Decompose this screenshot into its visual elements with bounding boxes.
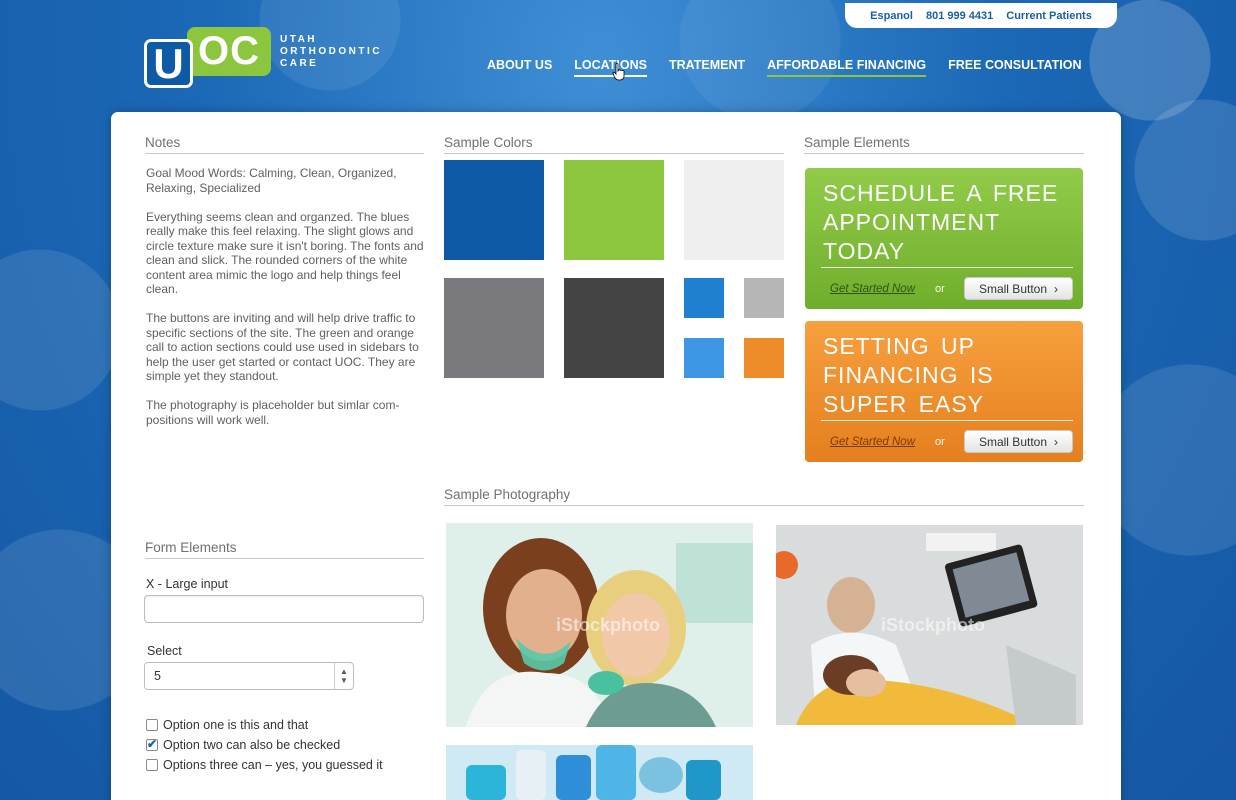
nav-free-consultation[interactable]: FREE CONSULTATION xyxy=(948,58,1081,77)
nav-affordable-financing[interactable]: AFFORDABLE FINANCING xyxy=(767,58,927,77)
photo-toothbrushes xyxy=(446,745,753,800)
nav-locations[interactable]: LOCATIONS xyxy=(574,58,647,77)
color-swatch xyxy=(684,278,724,318)
photo-watermark: iStockphoto xyxy=(556,615,660,635)
nav-tratement[interactable]: TRATEMENT xyxy=(669,58,745,77)
form-elements-title: Form Elements xyxy=(145,540,424,559)
select-dropdown[interactable]: 5 ▲ ▼ xyxy=(144,662,354,690)
color-swatch xyxy=(744,278,784,318)
main-nav: ABOUT US LOCATIONS TRATEMENT AFFORDABLE … xyxy=(487,58,1081,77)
utility-bar: Espanol 801 999 4431 Current Patients xyxy=(845,3,1117,28)
small-button[interactable]: Small Button › xyxy=(964,430,1073,453)
small-button[interactable]: Small Button › xyxy=(964,277,1073,300)
notes-paragraph: Everything seems clean and organzed. The… xyxy=(146,209,424,297)
current-patients-link[interactable]: Current Patients xyxy=(1006,10,1092,22)
select-arrows-icon: ▲ ▼ xyxy=(334,663,353,689)
cta-or-text: or xyxy=(935,283,945,295)
hand-cursor-icon xyxy=(612,63,625,81)
color-swatch xyxy=(444,278,544,378)
logo[interactable]: OC U UTAH ORTHODONTIC CARE xyxy=(143,25,393,89)
photo-dentist-xray: iStockphoto xyxy=(776,525,1083,725)
cta-divider xyxy=(821,420,1073,421)
checkbox-row[interactable]: Options three can – yes, you guessed it xyxy=(146,758,383,772)
logo-text-line: UTAH xyxy=(280,34,318,45)
color-swatch xyxy=(684,160,784,260)
checkbox-label: Option two can also be checked xyxy=(163,738,341,752)
color-swatch xyxy=(564,278,664,378)
notes-title: Notes xyxy=(145,135,424,154)
color-swatch xyxy=(564,160,664,260)
cta-financing: SETTING UP FINANCING IS SUPER EASY Get S… xyxy=(805,321,1083,462)
logo-text-line: CARE xyxy=(280,58,319,69)
logo-text: UTAH ORTHODONTIC CARE xyxy=(280,34,395,70)
large-input-label: X - Large input xyxy=(146,577,228,591)
small-button-label: Small Button xyxy=(978,434,1048,449)
notes-paragraph: The photography is placeholder but simla… xyxy=(146,398,400,427)
cta-title: SCHEDULE A FREE APPOINTMENT TODAY xyxy=(823,180,1059,264)
checkbox[interactable] xyxy=(146,759,158,771)
chevron-right-icon: › xyxy=(1054,434,1059,449)
checkbox-row[interactable]: Option two can also be checked xyxy=(146,737,341,752)
large-input[interactable] xyxy=(144,595,424,623)
notes-body: Goal Mood Words: Calming, Clean, Organiz… xyxy=(146,166,428,442)
logo-oc-mark: OC xyxy=(187,27,271,76)
espanol-link[interactable]: Espanol xyxy=(870,10,913,22)
chevron-right-icon: › xyxy=(1054,281,1059,296)
notes-paragraph: Goal Mood Words: Calming, Clean, Organiz… xyxy=(146,166,397,195)
nav-about-us[interactable]: ABOUT US xyxy=(487,58,552,77)
logo-text-line: ORTHODONTIC xyxy=(280,46,382,57)
cta-divider xyxy=(821,267,1073,268)
select-value: 5 xyxy=(154,669,161,683)
sample-photography-title: Sample Photography xyxy=(444,487,1084,506)
get-started-link[interactable]: Get Started Now xyxy=(830,283,915,295)
notes-paragraph: The buttons are inviting and will help d… xyxy=(146,311,419,383)
photo-toothbrushes-image xyxy=(446,745,753,800)
checkbox[interactable] xyxy=(146,719,158,731)
cta-title: SETTING UP FINANCING IS SUPER EASY xyxy=(823,333,994,417)
cta-schedule-appointment: SCHEDULE A FREE APPOINTMENT TODAY Get St… xyxy=(805,168,1083,309)
checkbox-label: Options three can – yes, you guessed it xyxy=(163,758,383,772)
photo-watermark: iStockphoto xyxy=(881,615,985,635)
sample-colors-title: Sample Colors xyxy=(444,135,784,154)
color-swatch xyxy=(684,338,724,378)
color-swatch xyxy=(744,338,784,378)
color-swatch xyxy=(444,160,544,260)
sample-elements-title: Sample Elements xyxy=(804,135,1084,154)
photo-dentist-patient: iStockphoto xyxy=(446,523,753,727)
logo-u-mark: U xyxy=(144,39,193,88)
select-label: Select xyxy=(147,644,182,658)
checkbox-label: Option one is this and that xyxy=(163,718,309,732)
checkbox[interactable] xyxy=(146,737,158,751)
checkbox-row[interactable]: Option one is this and that xyxy=(146,718,308,732)
get-started-link[interactable]: Get Started Now xyxy=(830,436,915,448)
cta-or-text: or xyxy=(935,436,945,448)
small-button-label: Small Button xyxy=(978,281,1048,296)
phone-link[interactable]: 801 999 4431 xyxy=(926,10,993,22)
